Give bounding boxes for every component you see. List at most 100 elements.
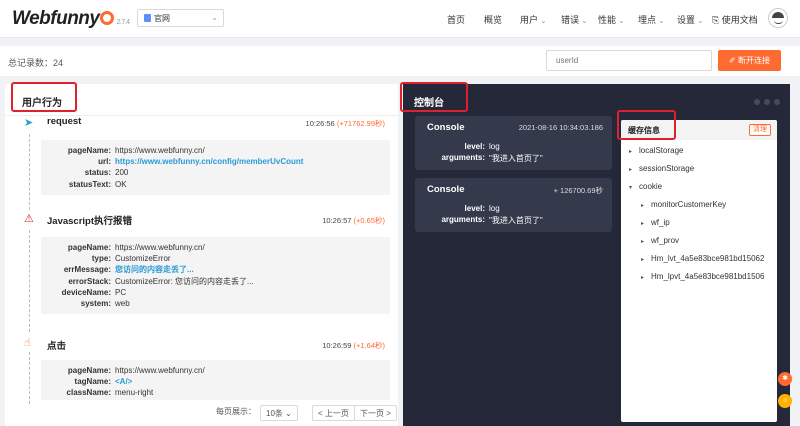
- prev-page-button[interactable]: < 上一页: [312, 405, 355, 421]
- detail-key: pageName:: [67, 366, 111, 375]
- detail-key: url:: [98, 157, 111, 167]
- disconnect-button-label: 断开连接: [737, 56, 770, 65]
- detail-value: web: [115, 299, 130, 309]
- detail-row: type: CustomizeError: [41, 253, 390, 264]
- book-icon: ⎘: [712, 15, 720, 25]
- dot-icon: [774, 99, 780, 105]
- webfunny-logo[interactable]: Webfunny 2.7.4: [12, 8, 130, 30]
- detail-value: menu-right: [115, 388, 154, 398]
- nav-settings-label: 设置: [677, 15, 696, 25]
- prev-page-label: < 上一页: [318, 409, 349, 418]
- logo-ring-icon: [100, 11, 115, 25]
- nav-performance-label: 性能: [598, 15, 617, 25]
- detail-key: type:: [91, 254, 111, 264]
- project-icon: [144, 14, 151, 22]
- tree-item-hm-lpvt[interactable]: ▸ Hm_lpvt_4a5e83bce981bd1506: [641, 272, 764, 281]
- event-time-delta: (+0.65秒): [353, 216, 385, 225]
- console-level-value: log: [489, 142, 500, 151]
- console-entry-title: Console: [427, 122, 465, 133]
- nav-tracking[interactable]: 埋点 ⌄: [638, 13, 664, 26]
- tree-item-label: Hm_lpvt_4a5e83bce981bd1506: [651, 272, 765, 281]
- cache-panel: 缓存信息 清理 ▸ localStorage ▸ sessionStorage ▾ c…: [621, 120, 777, 422]
- caret-down-icon: ▾: [629, 185, 633, 191]
- window-dots: [750, 97, 780, 107]
- tree-item-label: monitorCustomerKey: [651, 200, 727, 209]
- event-time-delta: (+71762.99秒): [336, 119, 385, 128]
- userid-input[interactable]: [546, 50, 712, 71]
- nav-performance[interactable]: 性能 ⌄: [598, 13, 624, 26]
- nav-overview[interactable]: 概览: [484, 13, 502, 26]
- nav-docs[interactable]: ⎘ 使用文档: [712, 13, 758, 26]
- detail-key: className:: [66, 388, 111, 398]
- caret-right-icon: ▸: [629, 167, 633, 173]
- tree-item-hm-lvt[interactable]: ▸ Hm_lvt_4a5e83bce981bd15062: [641, 254, 764, 263]
- detail-key: errMessage:: [63, 265, 111, 275]
- send-icon: ➤: [24, 117, 34, 129]
- total-records-value: 24: [53, 58, 64, 68]
- event-title: Javascript执行报错: [47, 216, 133, 227]
- detail-row: url: https://www.webfunny.cn/config/membe…: [41, 156, 390, 167]
- caret-right-icon: ▸: [629, 149, 633, 155]
- event-time: 10:26:56 (+71762.99秒): [306, 118, 385, 129]
- help-icon: ✱: [778, 372, 792, 386]
- console-level-key: level:: [464, 142, 485, 151]
- detail-row: pageName: https://www.webfunny.cn/: [41, 365, 390, 376]
- detail-row: className: menu-right: [41, 387, 390, 398]
- console-arguments-value: "我进入首页了": [489, 154, 543, 163]
- detail-value: <A/>: [115, 377, 133, 387]
- tree-item-sessionstorage[interactable]: ▸ sessionStorage: [629, 164, 694, 173]
- clear-cache-button[interactable]: 清理: [749, 124, 771, 136]
- project-selector[interactable]: 官网 ⌄: [137, 9, 224, 27]
- highlight-box: [11, 82, 77, 112]
- event-detail: pageName: https://www.webfunny.cn/ url: ht…: [41, 140, 390, 195]
- chevron-down-icon: ⌄: [618, 18, 625, 25]
- tree-item-label: wf_ip: [651, 218, 670, 227]
- event-time-value: 10:26:59: [322, 341, 352, 350]
- console-arguments-key: arguments:: [441, 215, 485, 224]
- chevron-down-icon: ⌄: [540, 18, 547, 25]
- tree-item-cookie[interactable]: ▾ cookie: [629, 182, 662, 191]
- request-url-link[interactable]: https://www.webfunny.cn/config/memberUvC…: [115, 156, 303, 167]
- detail-value: CustomizeError: 您访问的内容走丢了...: [115, 276, 254, 286]
- nav-home[interactable]: 首页: [447, 13, 465, 26]
- nav-overview-label: 概览: [484, 15, 503, 25]
- detail-key: deviceName:: [61, 287, 111, 297]
- event-time-value: 10:26:56: [305, 119, 335, 128]
- nav-users[interactable]: 用户 ⌄: [520, 13, 546, 26]
- tree-item-wf-prov[interactable]: ▸ wf_prov: [641, 236, 679, 245]
- event-title: request: [47, 116, 82, 127]
- tree-item-label: cookie: [639, 182, 663, 191]
- chevron-down-icon: ⌄: [581, 18, 588, 25]
- nav-home-label: 首页: [447, 15, 466, 25]
- tree-item-monitorcustomerkey[interactable]: ▸ monitorCustomerKey: [641, 200, 726, 209]
- dot-icon: [754, 99, 760, 105]
- per-page-select[interactable]: 10条 ⌄: [260, 405, 298, 421]
- tree-item-wf-ip[interactable]: ▸ wf_ip: [641, 218, 670, 227]
- per-page-value: 10条: [266, 409, 283, 418]
- disconnect-button[interactable]: ✐ 断开连接: [718, 50, 781, 71]
- nav-errors[interactable]: 错误 ⌄: [561, 13, 587, 26]
- detail-value: 200: [115, 168, 129, 178]
- chevron-down-icon: ⌄: [658, 18, 665, 25]
- detail-row: deviceName: PC: [41, 287, 390, 298]
- console-panel: 控制台 Console 2021-08-16 10:34:03.186 leve…: [400, 82, 790, 426]
- event-time: 10:26:57 (+0.65秒): [322, 215, 385, 226]
- floating-help-widget[interactable]: ✱ ☺: [778, 372, 792, 408]
- nav-docs-label: 使用文档: [721, 15, 758, 25]
- detail-key: tagName:: [74, 377, 111, 387]
- nav-settings[interactable]: 设置 ⌄: [677, 13, 703, 26]
- link-icon: ✐: [729, 56, 736, 65]
- dot-icon: [764, 99, 770, 105]
- detail-value: https://www.webfunny.cn/: [115, 243, 205, 252]
- warning-icon: ⚠: [24, 213, 34, 225]
- console-arguments-value: "我进入首页了": [489, 216, 543, 225]
- tree-item-localstorage[interactable]: ▸ localStorage: [629, 146, 683, 155]
- detail-key: errorStack:: [68, 276, 111, 286]
- highlight-box: [400, 82, 468, 112]
- logo-text: Webfunny: [12, 8, 100, 29]
- event-time-delta: (+1.64秒): [353, 341, 385, 350]
- next-page-button[interactable]: 下一页 >: [354, 405, 397, 421]
- user-avatar[interactable]: [768, 8, 788, 28]
- detail-row: pageName: https://www.webfunny.cn/: [41, 242, 390, 253]
- console-arguments-key: arguments:: [441, 153, 485, 162]
